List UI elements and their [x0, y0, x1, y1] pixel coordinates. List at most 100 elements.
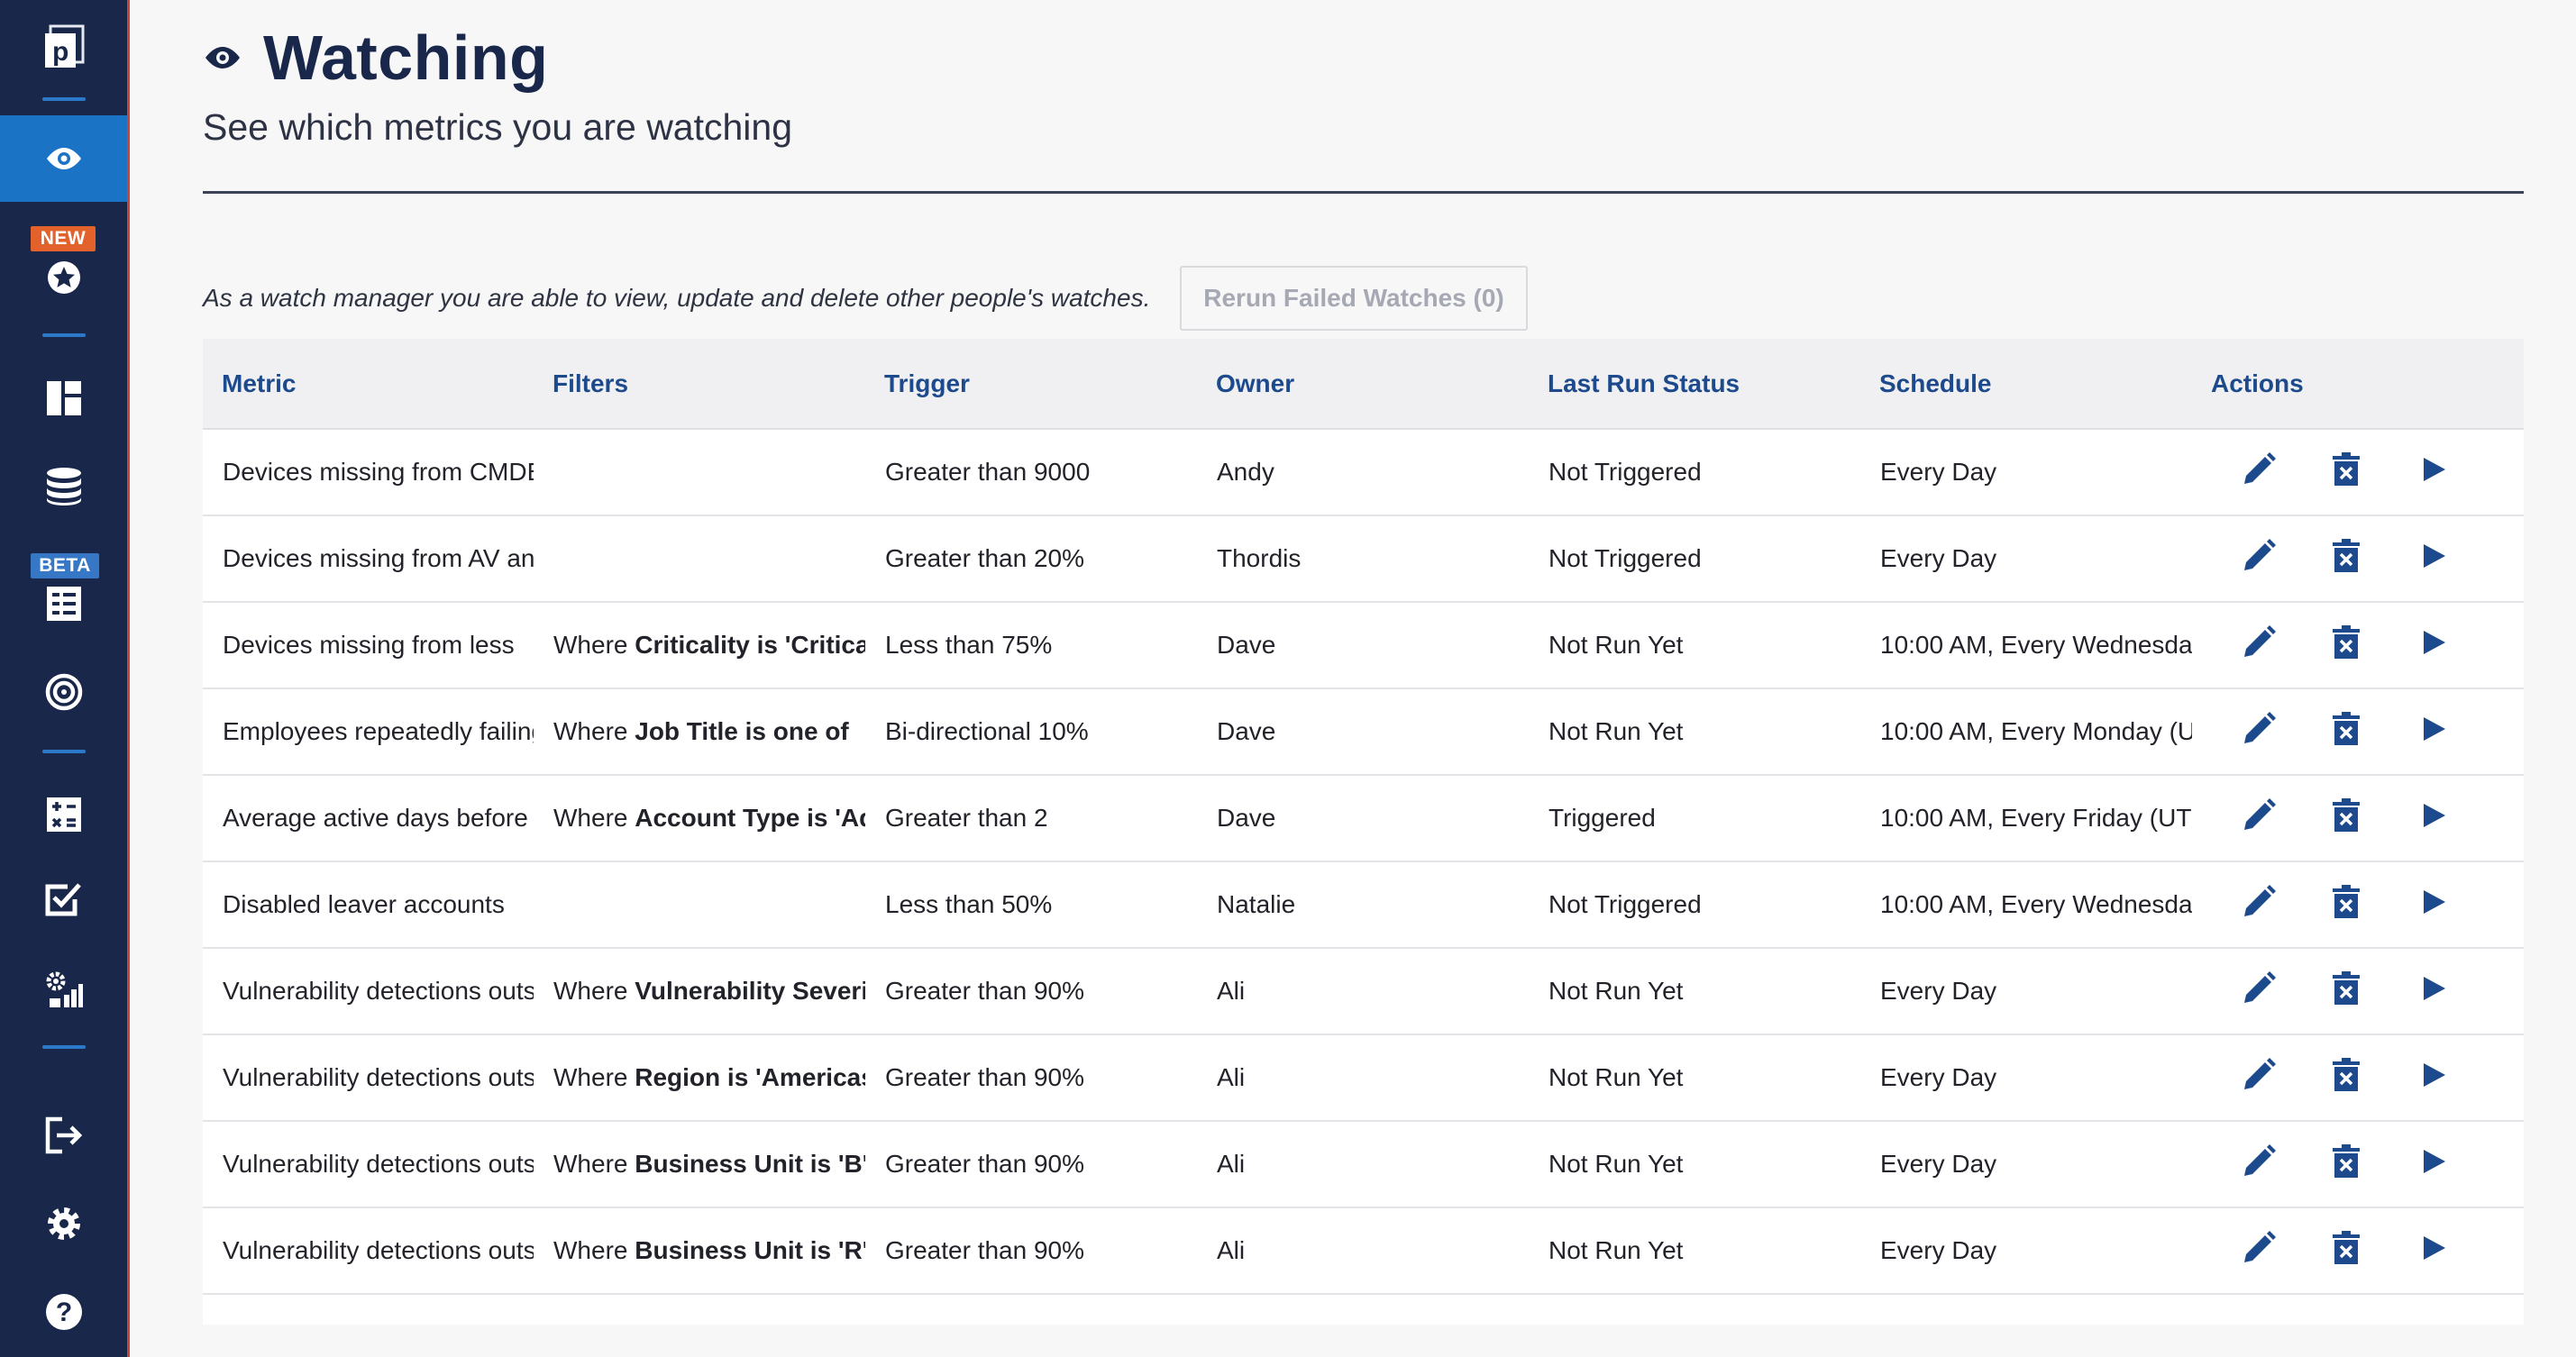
- table-row[interactable]: Disabled leaver accounts Less than 50% N…: [203, 862, 2524, 949]
- sidebar-item-dashboards[interactable]: [0, 373, 127, 423]
- delete-watch-button[interactable]: [2327, 710, 2365, 748]
- owner-cell: Natalie: [1197, 888, 1529, 921]
- owner-cell: Dave: [1197, 715, 1529, 748]
- column-header-owner[interactable]: Owner: [1197, 369, 1529, 398]
- table-row[interactable]: Average active days before Where Account…: [203, 776, 2524, 862]
- run-watch-button[interactable]: [2415, 1229, 2453, 1267]
- column-header-metric[interactable]: Metric: [203, 369, 534, 398]
- sidebar-item-logout[interactable]: [0, 1110, 127, 1161]
- delete-watch-button[interactable]: [2327, 970, 2365, 1007]
- run-watch-button[interactable]: [2415, 1143, 2453, 1180]
- owner-cell: Dave: [1197, 802, 1529, 834]
- metric-cell[interactable]: Employees repeatedly failing: [203, 715, 534, 748]
- table-row[interactable]: Vulnerability detections outside Where B…: [203, 1122, 2524, 1208]
- metric-cell[interactable]: Vulnerability detections outside: [203, 1148, 534, 1180]
- page-title: Watching: [263, 23, 549, 93]
- trigger-text: Greater than 20%: [885, 544, 1085, 572]
- owner-cell: Andy: [1197, 456, 1529, 488]
- status-text: Not Run Yet: [1548, 631, 1684, 659]
- metric-cell[interactable]: Devices missing from less: [203, 629, 534, 661]
- run-watch-button[interactable]: [2415, 537, 2453, 575]
- edit-watch-button[interactable]: [2240, 883, 2278, 921]
- delete-watch-button[interactable]: [2327, 451, 2365, 488]
- column-header-last-run-status[interactable]: Last Run Status: [1529, 369, 1860, 398]
- run-watch-button[interactable]: [2415, 451, 2453, 488]
- owner-cell: Ali: [1197, 975, 1529, 1007]
- trigger-cell: Less than 75%: [865, 629, 1197, 661]
- help-icon: ?: [45, 1294, 82, 1330]
- delete-watch-button[interactable]: [2327, 1229, 2365, 1267]
- column-header-filters[interactable]: Filters: [534, 369, 865, 398]
- metric-cell[interactable]: Devices missing from AV and: [203, 542, 534, 575]
- sidebar-item-settings[interactable]: [0, 1198, 127, 1249]
- metric-cell[interactable]: Vulnerability detections outside: [203, 1234, 534, 1267]
- edit-watch-button[interactable]: [2240, 970, 2278, 1007]
- delete-watch-button[interactable]: [2327, 1056, 2365, 1094]
- sidebar-item-watching[interactable]: [0, 115, 127, 202]
- edit-watch-button[interactable]: [2240, 1056, 2278, 1094]
- pencil-icon: [2244, 712, 2276, 743]
- table-row[interactable]: Devices missing from less Where Critical…: [203, 603, 2524, 689]
- sidebar-item-tasks[interactable]: [0, 874, 127, 924]
- edit-watch-button[interactable]: [2240, 451, 2278, 488]
- metric-cell[interactable]: Vulnerability detections outside: [203, 975, 534, 1007]
- run-watch-button[interactable]: [2415, 710, 2453, 748]
- trigger-text: Less than 50%: [885, 890, 1053, 918]
- schedule-text: Every Day: [1880, 544, 1997, 572]
- play-icon: [2424, 1236, 2445, 1260]
- filter-cell: Where Criticality is 'Critical': [534, 629, 865, 661]
- table-row[interactable]: Vulnerability detections outside Where R…: [203, 1035, 2524, 1122]
- owner-text: Dave: [1217, 631, 1276, 659]
- filter-cell: Where Account Type is 'Admin': [534, 802, 865, 834]
- filter-cell: Where Region is 'Americas': [534, 1061, 865, 1094]
- table-row[interactable]: Vulnerability detections outside Where V…: [203, 949, 2524, 1035]
- column-header-trigger[interactable]: Trigger: [865, 369, 1197, 398]
- delete-icon: [2333, 625, 2360, 659]
- logo-icon[interactable]: p: [0, 13, 127, 85]
- schedule-cell: Every Day: [1860, 1061, 2192, 1094]
- metric-cell[interactable]: Vulnerability detections outside: [203, 1061, 534, 1094]
- trigger-cell: Bi-directional 10%: [865, 715, 1197, 748]
- delete-watch-button[interactable]: [2327, 797, 2365, 834]
- status-text: Not Run Yet: [1548, 1063, 1684, 1091]
- run-watch-button[interactable]: [2415, 797, 2453, 834]
- run-watch-button[interactable]: [2415, 970, 2453, 1007]
- metric-cell[interactable]: Devices missing from CMDB: [203, 456, 534, 488]
- sidebar-item-whats-new[interactable]: [0, 254, 127, 301]
- sidebar-item-reports[interactable]: [0, 964, 127, 1015]
- metric-text: Devices missing from AV and: [223, 544, 534, 572]
- edit-watch-button[interactable]: [2240, 1229, 2278, 1267]
- edit-watch-button[interactable]: [2240, 797, 2278, 834]
- schedule-cell: 10:00 AM, Every Friday (UTC): [1860, 802, 2192, 834]
- edit-watch-button[interactable]: [2240, 537, 2278, 575]
- rerun-failed-watches-button[interactable]: Rerun Failed Watches (0): [1180, 266, 1528, 331]
- sidebar-item-goals[interactable]: [0, 667, 127, 717]
- delete-watch-button[interactable]: [2327, 883, 2365, 921]
- sidebar-item-beta[interactable]: [0, 580, 127, 627]
- table-row[interactable]: Employees repeatedly failing Where Job T…: [203, 689, 2524, 776]
- table-body: Devices missing from CMDB Greater than 9…: [203, 430, 2524, 1295]
- delete-watch-button[interactable]: [2327, 537, 2365, 575]
- edit-watch-button[interactable]: [2240, 1143, 2278, 1180]
- sidebar-item-data[interactable]: [0, 461, 127, 512]
- sidebar-item-help[interactable]: ?: [0, 1287, 127, 1337]
- table-row[interactable]: Devices missing from AV and Greater than…: [203, 516, 2524, 603]
- play-icon: [2424, 1063, 2445, 1087]
- metric-cell[interactable]: Disabled leaver accounts: [203, 888, 534, 921]
- sidebar-item-calculations[interactable]: [0, 789, 127, 840]
- actions-cell: [2192, 602, 2524, 688]
- delete-watch-button[interactable]: [2327, 1143, 2365, 1180]
- run-watch-button[interactable]: [2415, 883, 2453, 921]
- metric-cell[interactable]: Average active days before: [203, 802, 534, 834]
- delete-watch-button[interactable]: [2327, 624, 2365, 661]
- run-watch-button[interactable]: [2415, 1056, 2453, 1094]
- status-text: Not Run Yet: [1548, 977, 1684, 1005]
- table-row[interactable]: Vulnerability detections outside Where B…: [203, 1208, 2524, 1295]
- owner-text: Ali: [1217, 1150, 1246, 1178]
- column-header-schedule[interactable]: Schedule: [1860, 369, 2192, 398]
- run-watch-button[interactable]: [2415, 624, 2453, 661]
- edit-watch-button[interactable]: [2240, 710, 2278, 748]
- table-row[interactable]: Devices missing from CMDB Greater than 9…: [203, 430, 2524, 516]
- edit-watch-button[interactable]: [2240, 624, 2278, 661]
- beta-badge: BETA: [31, 553, 99, 578]
